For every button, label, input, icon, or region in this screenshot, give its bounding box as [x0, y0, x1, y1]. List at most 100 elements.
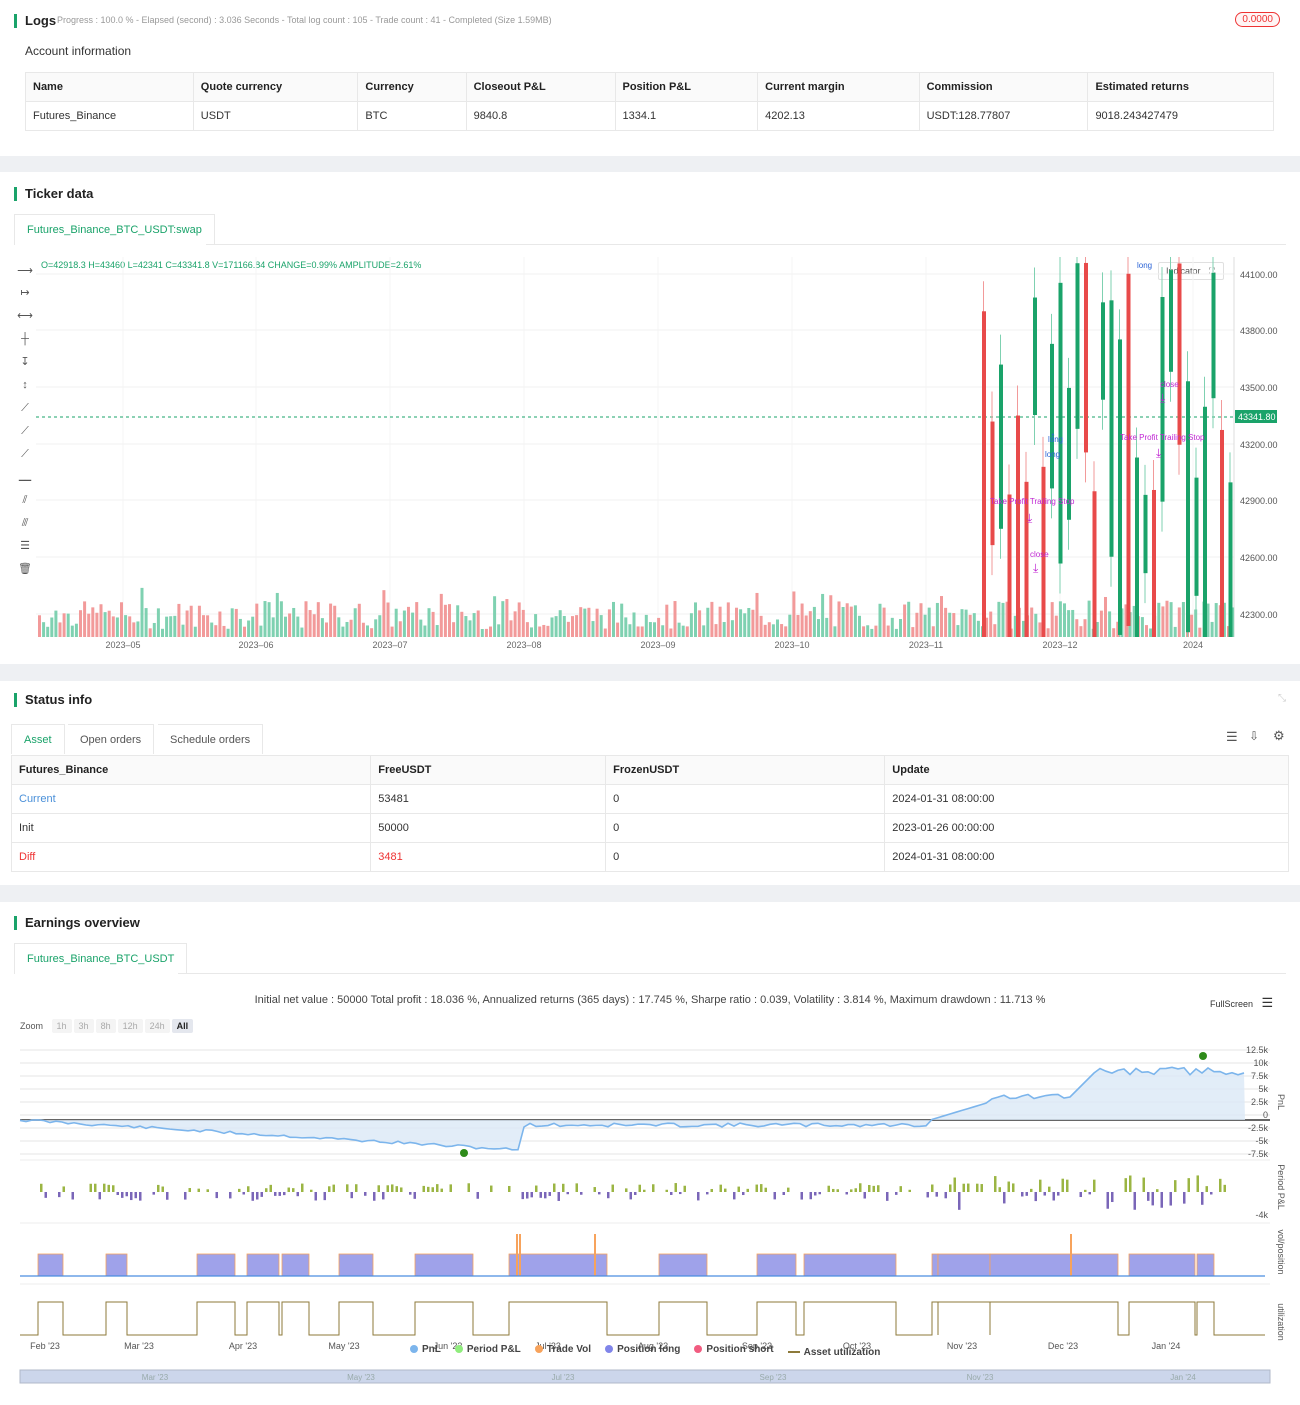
period-bar	[296, 1192, 299, 1197]
volume-bar	[911, 627, 915, 637]
zoom-button-8h[interactable]: 8h	[95, 1019, 116, 1033]
volume-bar	[165, 616, 169, 637]
period-bar	[395, 1186, 398, 1192]
volume-bar	[42, 622, 46, 637]
volume-bar	[489, 626, 492, 637]
period-bar	[1021, 1192, 1024, 1197]
period-bar	[949, 1184, 952, 1192]
x-tick-label: Apr '23	[229, 1341, 257, 1351]
navigator-tick-label: Jan '24	[1170, 1373, 1196, 1382]
volume-bar	[792, 591, 796, 637]
period-bar	[409, 1192, 412, 1195]
list-icon[interactable]: ☰	[1226, 729, 1238, 745]
volume-bar	[300, 627, 304, 637]
period-bar	[544, 1192, 547, 1199]
volume-bar	[370, 628, 374, 637]
candle-body	[1135, 457, 1139, 637]
zoom-button-All[interactable]: All	[171, 1019, 194, 1033]
period-bar	[98, 1192, 101, 1200]
volume-bar	[927, 607, 931, 637]
volume-bar	[866, 625, 870, 637]
period-bar	[197, 1188, 200, 1192]
period-bar	[1048, 1186, 1051, 1192]
volume-bar	[739, 609, 743, 637]
table-cell: 9018.243427479	[1087, 101, 1274, 131]
volume-bar	[1181, 602, 1185, 637]
period-bar	[845, 1192, 848, 1195]
period-bar	[206, 1189, 209, 1192]
zoom-button-3h[interactable]: 3h	[73, 1019, 94, 1033]
volume-bar	[402, 610, 406, 637]
volume-bar	[1161, 606, 1165, 637]
zoom-button-24h[interactable]: 24h	[144, 1019, 170, 1033]
volume-bar	[230, 608, 234, 637]
period-bar	[40, 1183, 43, 1192]
volume-bar	[882, 607, 886, 637]
zoom-button-1h[interactable]: 1h	[51, 1019, 72, 1033]
period-bar	[242, 1192, 245, 1195]
settings-icon[interactable]: ⚙	[1273, 728, 1285, 744]
pnl-tick-label: 2.5k	[1251, 1097, 1269, 1107]
legend-item[interactable]: Position long	[605, 1344, 680, 1355]
pnl-tick-label: 0	[1263, 1110, 1268, 1120]
volume-bar	[91, 607, 95, 637]
tab-open-orders[interactable]: Open orders	[68, 724, 155, 754]
volume-bar	[181, 624, 185, 637]
cell: 2024-01-31 08:00:00	[884, 784, 1289, 814]
earnings-chart[interactable]: 12.5k 10k 7.5k 5k 2.5k 0 -2.5k -5k -7.5k PnL Perio…	[0, 1037, 1300, 1387]
volume-bar	[956, 625, 960, 637]
price-tick-label: 44100.00	[1240, 270, 1278, 280]
volume-bar	[923, 614, 927, 637]
volume-bar	[862, 626, 866, 637]
position-long-block	[246, 1253, 280, 1277]
fullscreen-button[interactable]: FullScreen ☰	[1210, 995, 1273, 1011]
volume-bar	[279, 601, 283, 637]
volume-bar	[1054, 615, 1058, 637]
legend-marker	[694, 1345, 703, 1353]
volume-bar	[1214, 603, 1218, 637]
candle-body	[1118, 339, 1122, 635]
period-bar	[787, 1187, 790, 1192]
download-icon[interactable]: ⇩	[1249, 729, 1259, 743]
legend-item[interactable]: Position short	[694, 1344, 774, 1355]
period-bar	[737, 1186, 740, 1192]
volume-bar	[607, 609, 611, 637]
legend-item[interactable]: Trade Vol	[534, 1344, 591, 1355]
volume-bar	[169, 616, 173, 637]
close-arrow-icon: ⤓	[1160, 391, 1166, 405]
volume-bar	[620, 603, 624, 637]
position-long-block	[803, 1253, 897, 1277]
zoom-button-12h[interactable]: 12h	[117, 1019, 143, 1033]
legend-item[interactable]: Period P&L	[454, 1344, 521, 1355]
period-bar	[1169, 1192, 1172, 1206]
ticker-chart[interactable]: 44100.00 43800.00 43500.00 43200.00 42900.00…	[0, 252, 1300, 652]
period-bar	[260, 1192, 263, 1197]
volume-bar	[665, 604, 669, 637]
tab-schedule-orders[interactable]: Schedule orders	[158, 724, 264, 754]
volume-bar	[1046, 628, 1050, 637]
volume-bar	[156, 608, 160, 637]
candle-body	[1033, 297, 1037, 416]
volume-bar	[1034, 613, 1038, 637]
volume-bar	[132, 622, 136, 637]
column-header: Closeout P&L	[465, 72, 616, 102]
period-bar	[274, 1192, 277, 1196]
period-bar	[283, 1192, 286, 1196]
legend-item[interactable]: PnL	[410, 1344, 441, 1355]
collapse-icon[interactable]: ⤡	[1278, 693, 1286, 704]
volume-bar	[1173, 626, 1177, 637]
x-tick-label: Jan '24	[1152, 1341, 1181, 1351]
legend-item[interactable]: Asset utilization	[787, 1347, 880, 1358]
period-bar	[526, 1192, 529, 1199]
tab-earnings-symbol[interactable]: Futures_Binance_BTC_USDT	[14, 943, 188, 974]
volume-bar	[333, 605, 337, 637]
column-header: Commission	[918, 72, 1089, 102]
period-bar	[161, 1186, 164, 1192]
volume-bar	[546, 625, 550, 637]
tab-asset[interactable]: Asset	[11, 724, 65, 754]
volume-bar	[525, 622, 529, 637]
volume-bar	[152, 622, 156, 637]
volume-bar	[448, 604, 451, 637]
tab-ticker-symbol[interactable]: Futures_Binance_BTC_USDT:swap	[14, 214, 215, 245]
period-bar	[868, 1184, 871, 1192]
